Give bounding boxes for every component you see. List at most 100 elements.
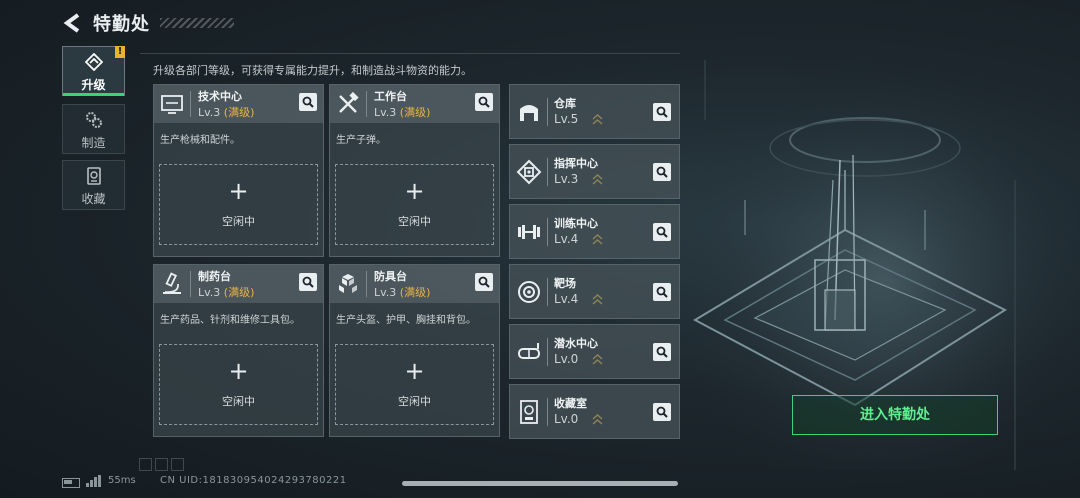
- facility-level: Lv.3: [554, 172, 579, 186]
- monitor-icon: [161, 95, 183, 114]
- card-separator: [366, 271, 367, 297]
- home-indicator[interactable]: [402, 481, 678, 486]
- facility-name: 收藏室: [554, 397, 587, 410]
- signal-icon: [86, 475, 101, 487]
- card-armor-bench[interactable]: 防具台 Lv.3 (满级) 生产头盔、护甲、胸挂和背包。 + 空闲中: [329, 264, 500, 437]
- battery-icon: [62, 478, 80, 488]
- facility-level: Lv.4: [554, 292, 579, 306]
- magnifier-icon[interactable]: [475, 273, 493, 291]
- facility-collection-room[interactable]: 收藏室 Lv.0: [509, 384, 680, 439]
- magnifier-icon[interactable]: [653, 223, 671, 241]
- trophy-icon: [520, 400, 538, 424]
- facility-name: 潜水中心: [554, 337, 598, 350]
- page-title: 特勤处: [93, 14, 150, 35]
- card-description: 生产头盔、护甲、胸挂和背包。: [336, 315, 476, 326]
- divider: [140, 53, 680, 54]
- title-decoration: [160, 18, 234, 28]
- add-icon: +: [404, 177, 425, 205]
- card-separator: [190, 91, 191, 117]
- tab-collection-label: 收藏: [81, 192, 106, 206]
- card-description: 生产子弹。: [336, 135, 386, 146]
- card-pharmacy[interactable]: 制药台 Lv.3 (满级) 生产药品、针剂和维修工具包。 + 空闲中: [153, 264, 324, 437]
- facility-shooting-range[interactable]: 靶场 Lv.4: [509, 264, 680, 319]
- magnifier-icon[interactable]: [653, 283, 671, 301]
- card-separator: [190, 271, 191, 297]
- facility-level: Lv.0: [554, 352, 579, 366]
- production-slot[interactable]: + 空闲中: [159, 164, 318, 245]
- magnifier-icon[interactable]: [299, 273, 317, 291]
- target-icon: [518, 281, 540, 303]
- upgrade-chevron-icon: [592, 114, 603, 125]
- magnifier-icon[interactable]: [653, 343, 671, 361]
- card-level: Lv.3 (满级): [198, 106, 255, 119]
- facility-level: Lv.4: [554, 232, 579, 246]
- magnifier-icon[interactable]: [653, 163, 671, 181]
- card-name: 工作台: [374, 90, 407, 103]
- production-slot[interactable]: + 空闲中: [159, 344, 318, 425]
- top-bar: 特勤处: [0, 0, 1080, 44]
- facility-name: 指挥中心: [554, 157, 598, 170]
- production-slot[interactable]: + 空闲中: [335, 164, 494, 245]
- back-arrow-icon[interactable]: [62, 12, 84, 34]
- card-tech-center[interactable]: 技术中心 Lv.3 (满级) 生产枪械和配件。 + 空闲中: [153, 84, 324, 257]
- row-separator: [547, 278, 548, 306]
- magnifier-icon[interactable]: [653, 403, 671, 421]
- status-bar: 55ms CN UID:181830954024293780221: [0, 470, 1080, 498]
- max-level-tag: (满级): [223, 106, 255, 119]
- tab-upgrade[interactable]: 升级 !: [62, 46, 125, 96]
- add-icon: +: [228, 177, 249, 205]
- add-icon: +: [228, 357, 249, 385]
- tab-collection[interactable]: 收藏: [62, 160, 125, 210]
- card-level: Lv.3 (满级): [198, 286, 255, 299]
- upgrade-chevron-icon: [592, 354, 603, 365]
- diving-mask-icon: [518, 343, 540, 359]
- card-level: Lv.3 (满级): [374, 106, 431, 119]
- facility-name: 靶场: [554, 277, 576, 290]
- dumbbell-icon: [518, 225, 540, 239]
- facility-diving-center[interactable]: 潜水中心 Lv.0: [509, 324, 680, 379]
- card-description: 生产枪械和配件。: [160, 135, 240, 146]
- card-workbench[interactable]: 工作台 Lv.3 (满级) 生产子弹。 + 空闲中: [329, 84, 500, 257]
- magnifier-icon[interactable]: [299, 93, 317, 111]
- facility-level: Lv.5: [554, 112, 579, 126]
- section-description: 升级各部门等级，可获得专属能力提升，和制造战斗物资的能力。: [153, 64, 472, 77]
- row-separator: [547, 158, 548, 186]
- card-name: 制药台: [198, 270, 231, 283]
- slot-status: 空闲中: [222, 215, 255, 228]
- row-separator: [547, 218, 548, 246]
- magnifier-icon[interactable]: [475, 93, 493, 111]
- card-name: 技术中心: [198, 90, 242, 103]
- facility-warehouse[interactable]: 仓库 Lv.5: [509, 84, 680, 139]
- production-slot[interactable]: + 空闲中: [335, 344, 494, 425]
- boxes-icon: [339, 274, 357, 293]
- enter-base-button[interactable]: 进入特勤处: [792, 395, 998, 435]
- row-separator: [547, 98, 548, 126]
- magnifier-icon[interactable]: [653, 103, 671, 121]
- warehouse-icon: [520, 105, 538, 121]
- slot-status: 空闲中: [398, 215, 431, 228]
- tab-craft[interactable]: 制造: [62, 104, 125, 154]
- add-icon: +: [404, 357, 425, 385]
- ping-readout: 55ms: [108, 475, 136, 486]
- row-separator: [547, 338, 548, 366]
- card-separator: [366, 91, 367, 117]
- collection-icon: [87, 167, 101, 185]
- microscope-icon: [163, 272, 181, 294]
- upgrade-icon: [85, 53, 103, 71]
- facility-name: 仓库: [554, 97, 576, 110]
- max-level-tag: (满级): [399, 106, 431, 119]
- card-description: 生产药品、针剂和维修工具包。: [160, 315, 300, 326]
- facility-command-center[interactable]: 指挥中心 Lv.3: [509, 144, 680, 199]
- upgrade-chevron-icon: [592, 174, 603, 185]
- tab-upgrade-label: 升级: [81, 78, 106, 92]
- facility-level: Lv.0: [554, 412, 579, 426]
- max-level-tag: (满级): [399, 286, 431, 299]
- upgrade-chevron-icon: [592, 414, 603, 425]
- alert-badge: !: [115, 46, 125, 58]
- user-uid: CN UID:181830954024293780221: [160, 475, 347, 486]
- card-name: 防具台: [374, 270, 407, 283]
- tab-craft-label: 制造: [81, 136, 106, 150]
- upgrade-chevron-icon: [592, 294, 603, 305]
- row-separator: [547, 398, 548, 426]
- facility-training-center[interactable]: 训练中心 Lv.4: [509, 204, 680, 259]
